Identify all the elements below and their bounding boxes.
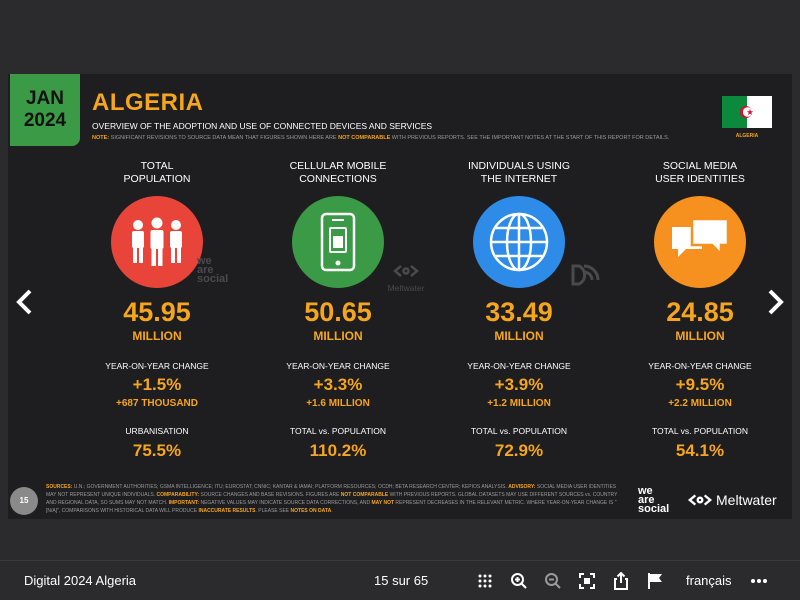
- stat-value: 45.95: [123, 297, 191, 327]
- yoy-absolute: +687 THOUSAND: [116, 398, 198, 409]
- stat-unit: MILLION: [675, 329, 725, 343]
- slide: JAN 2024 ALGERIA OVERVIEW OF THE ADOPTIO…: [8, 74, 792, 519]
- stat-unit: MILLION: [313, 329, 363, 343]
- badge-month: JAN: [25, 88, 64, 109]
- we-are-social-watermark: we are social: [197, 255, 229, 285]
- people-icon: [111, 196, 203, 288]
- language-selector[interactable]: français: [686, 573, 732, 588]
- meltwater-logo-icon: [687, 494, 713, 506]
- datareportal-watermark-icon: [570, 262, 600, 293]
- secondary-stat-value: 75.5%: [132, 441, 182, 460]
- note-prefix: NOTE:: [92, 135, 110, 141]
- more-options-button[interactable]: [748, 570, 770, 592]
- footer-sources-notes: SOURCES: U.N.; GOVERNMENT AUTHORITIES; G…: [46, 484, 618, 514]
- slide-title: ALGERIA: [92, 89, 204, 116]
- stat-column-mobile: CELLULAR MOBILE CONNECTIONS 50.65 MILLION…: [253, 160, 423, 461]
- slide-note: NOTE: SIGNIFICANT REVISIONS TO SOURCE DA…: [92, 135, 669, 141]
- zoom-out-icon: [545, 573, 561, 589]
- algeria-flag-icon: [722, 96, 772, 128]
- secondary-stat-label: TOTAL vs. POPULATION: [651, 426, 749, 436]
- chevron-right-icon: [768, 289, 784, 315]
- slide-subtitle: OVERVIEW OF THE ADOPTION AND USE OF CONN…: [92, 121, 433, 131]
- meltwater-watermark: Meltwater: [378, 264, 434, 293]
- viewer-top-area: [0, 0, 800, 74]
- yoy-label: YEAR-ON-YEAR CHANGE: [648, 361, 752, 371]
- zoom-out-button[interactable]: [542, 570, 564, 592]
- we-are-social-logo: we are social: [638, 485, 670, 515]
- chevron-left-icon: [16, 289, 32, 315]
- flag-icon: [648, 573, 662, 589]
- zoom-in-icon: [511, 573, 527, 589]
- meltwater-logo-icon: [393, 265, 419, 277]
- column-label: SOCIAL MEDIA USER IDENTITIES: [655, 160, 745, 185]
- share-button[interactable]: [610, 570, 632, 592]
- stat-column-internet: INDIVIDUALS USING THE INTERNET 33.49 MILL…: [434, 160, 604, 461]
- fullscreen-button[interactable]: [576, 570, 598, 592]
- secondary-stat-label: URBANISATION: [125, 426, 189, 436]
- note-highlight: NOT COMPARABLE: [338, 135, 391, 141]
- grid-icon: [478, 574, 492, 588]
- more-icon: [751, 579, 767, 583]
- note-text-2: WITH PREVIOUS REPORTS. SEE THE IMPORTANT…: [390, 135, 670, 141]
- stat-unit: MILLION: [132, 329, 182, 343]
- yoy-absolute: +2.2 MILLION: [668, 398, 732, 409]
- document-title: Digital 2024 Algeria: [24, 573, 137, 588]
- globe-icon: [473, 196, 565, 288]
- yoy-label: YEAR-ON-YEAR CHANGE: [286, 361, 390, 371]
- note-text-1: SIGNIFICANT REVISIONS TO SOURCE DATA MEA…: [109, 135, 339, 141]
- yoy-percent: +1.5%: [132, 375, 182, 394]
- yoy-percent: +9.5%: [675, 375, 725, 394]
- yoy-absolute: +1.2 MILLION: [487, 398, 551, 409]
- zoom-in-button[interactable]: [508, 570, 530, 592]
- column-label: CELLULAR MOBILE CONNECTIONS: [289, 160, 387, 185]
- secondary-stat-label: TOTAL vs. POPULATION: [470, 426, 568, 436]
- stat-column-social: SOCIAL MEDIA USER IDENTITIES 24.85 MILLIO…: [615, 160, 785, 461]
- report-flag-button[interactable]: [644, 570, 666, 592]
- next-slide-button[interactable]: [762, 282, 790, 322]
- secondary-stat-value: 110.2%: [309, 441, 367, 460]
- meltwater-logo: Meltwater: [687, 492, 777, 508]
- stat-unit: MILLION: [494, 329, 544, 343]
- mobile-phone-icon: [292, 196, 384, 288]
- yoy-percent: +3.9%: [494, 375, 544, 394]
- fullscreen-icon: [579, 573, 595, 589]
- stat-value: 33.49: [485, 297, 553, 327]
- column-label: INDIVIDUALS USING THE INTERNET: [467, 160, 571, 185]
- page-counter: 15 sur 65: [374, 573, 429, 588]
- page-number-badge: 15: [10, 487, 38, 515]
- stat-column-population: TOTAL POPULATION 45.95 MILLION YEAR-ON-YE…: [72, 160, 242, 461]
- stat-value: 24.85: [666, 297, 734, 327]
- previous-slide-button[interactable]: [10, 282, 38, 322]
- share-icon: [614, 572, 628, 590]
- chat-bubbles-icon: [654, 196, 746, 288]
- badge-year: 2024: [23, 110, 67, 131]
- grid-view-button[interactable]: [474, 570, 496, 592]
- yoy-absolute: +1.6 MILLION: [306, 398, 370, 409]
- date-badge: JAN 2024: [10, 74, 80, 146]
- yoy-percent: +3.3%: [313, 375, 363, 394]
- flag-label: ALGERIA: [735, 133, 759, 139]
- yoy-label: YEAR-ON-YEAR CHANGE: [105, 361, 209, 371]
- yoy-label: YEAR-ON-YEAR CHANGE: [467, 361, 571, 371]
- secondary-stat-label: TOTAL vs. POPULATION: [289, 426, 387, 436]
- secondary-stat-value: 72.9%: [494, 441, 544, 460]
- secondary-stat-value: 54.1%: [675, 441, 725, 460]
- column-label: TOTAL POPULATION: [123, 160, 191, 185]
- viewer-toolbar: Digital 2024 Algeria 15 sur 65 français: [0, 560, 800, 600]
- stat-value: 50.65: [304, 297, 372, 327]
